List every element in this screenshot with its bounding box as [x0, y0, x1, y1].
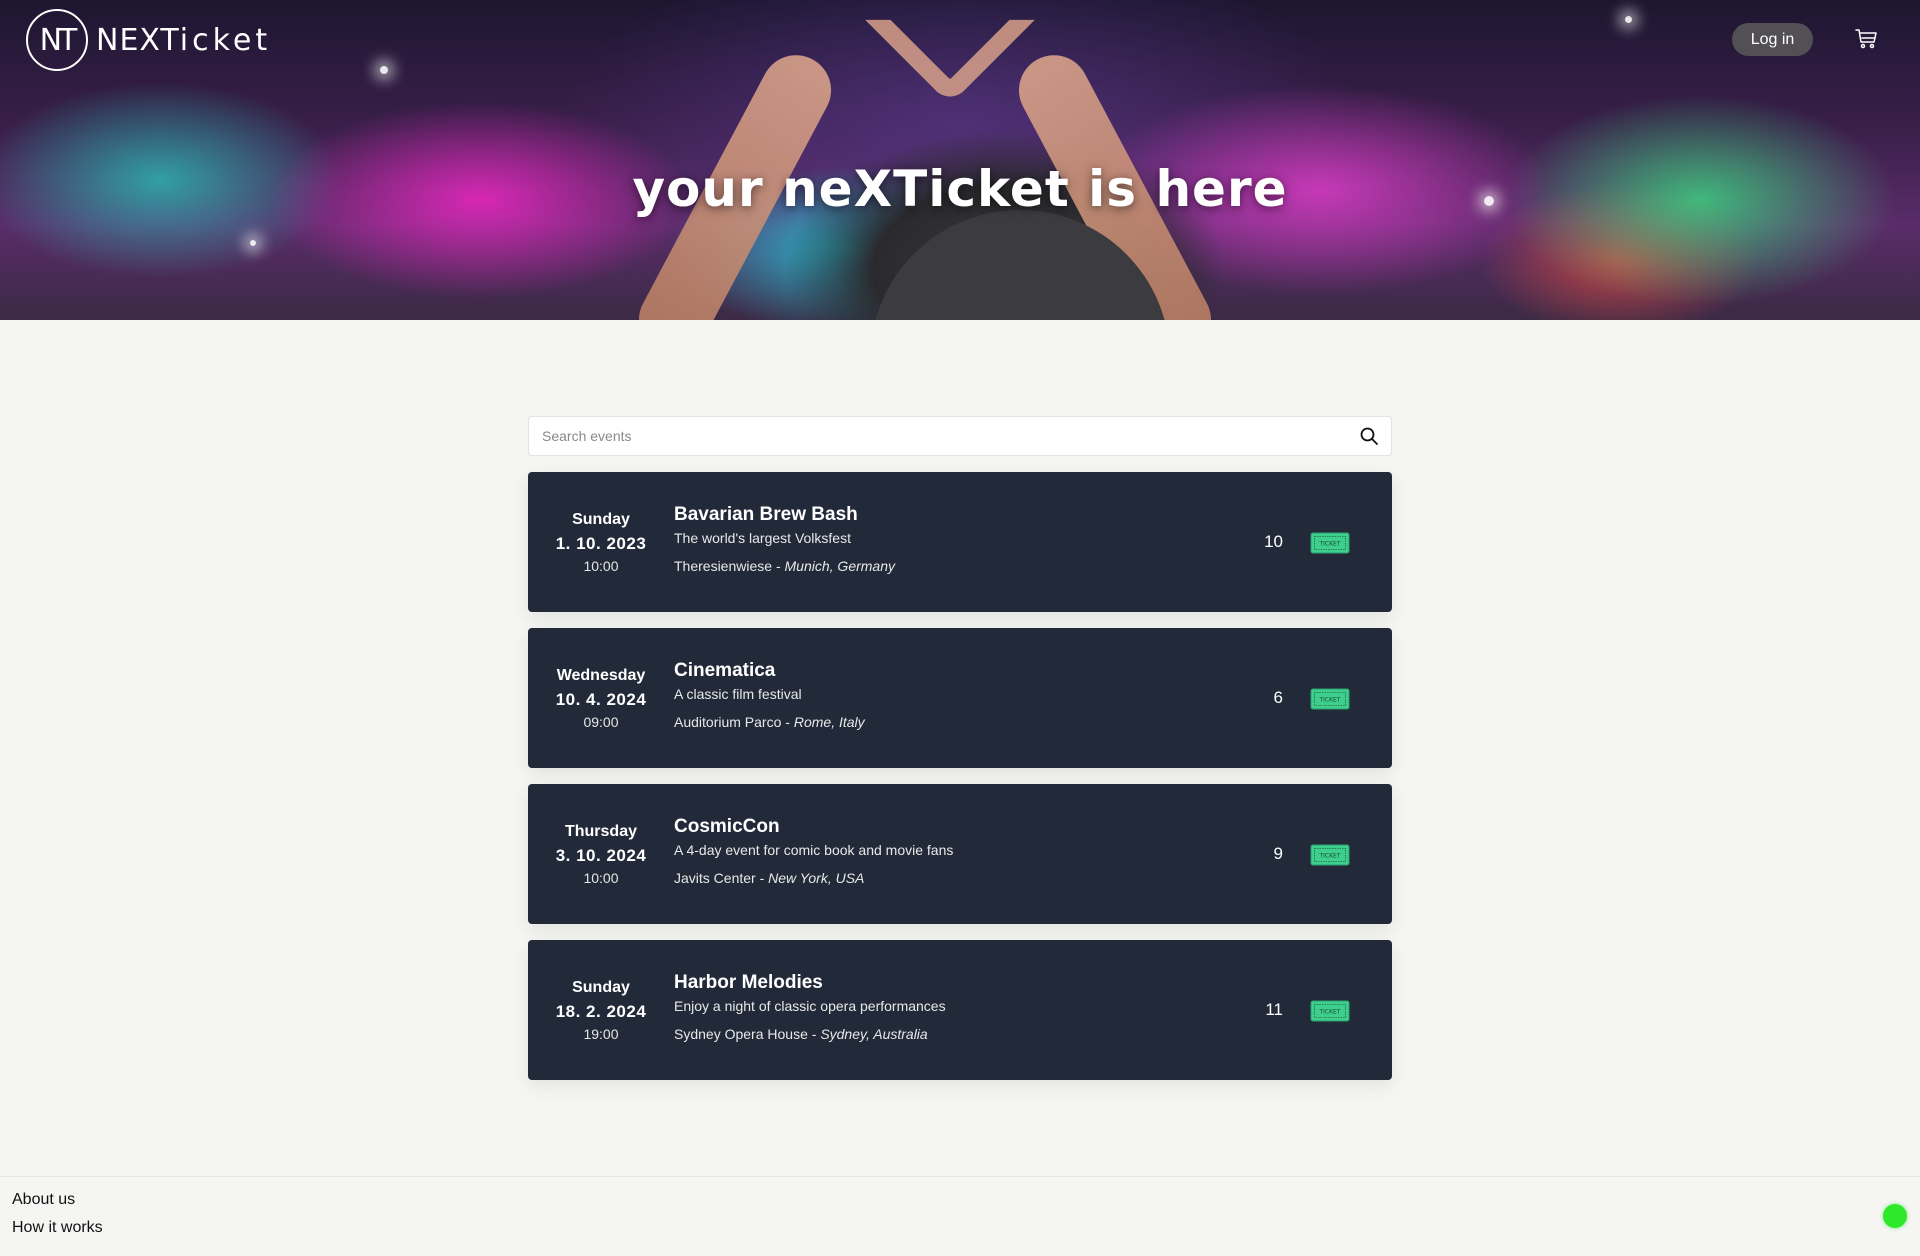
- ticket-icon[interactable]: TICKET: [1310, 532, 1350, 554]
- ticket-badge-label: TICKET: [1318, 541, 1340, 548]
- ticket-icon[interactable]: TICKET: [1310, 1000, 1350, 1022]
- event-card[interactable]: Wednesday 10. 4. 2024 09:00 Cinematica A…: [528, 628, 1392, 768]
- ticket-badge-label: TICKET: [1318, 1009, 1340, 1016]
- search-icon[interactable]: [1359, 426, 1379, 446]
- event-info: Bavarian Brew Bash The world's largest V…: [674, 504, 895, 574]
- logo-wordmark: NEXTicket: [96, 23, 271, 58]
- status-indicator-dot[interactable]: [1883, 1204, 1907, 1228]
- page: your neXTicket is here NT NEXTicket Log …: [0, 0, 1920, 1256]
- event-date-block: Thursday 3. 10. 2024 10:00: [528, 784, 674, 924]
- event-date: 1. 10. 2023: [555, 533, 647, 553]
- logo-mark: NT: [26, 9, 88, 71]
- ticket-count: 9: [1273, 844, 1283, 863]
- event-date-block: Sunday 1. 10. 2023 10:00: [528, 472, 674, 612]
- event-location: Sydney, Australia: [820, 1026, 928, 1042]
- event-time: 09:00: [583, 713, 619, 730]
- login-button[interactable]: Log in: [1732, 23, 1813, 56]
- event-description: The world's largest Volksfest: [674, 530, 851, 546]
- event-info: Cinematica A classic film festival Audit…: [674, 660, 865, 730]
- event-date: 18. 2. 2024: [555, 1001, 647, 1021]
- event-description: Enjoy a night of classic opera performan…: [674, 998, 946, 1014]
- ticket-count: 11: [1265, 1000, 1283, 1019]
- event-date: 10. 4. 2024: [555, 689, 647, 709]
- event-list: Sunday 1. 10. 2023 10:00 Bavarian Brew B…: [528, 472, 1392, 1096]
- hero-banner: your neXTicket is here: [0, 0, 1920, 320]
- event-venue: Auditorium Parco - Rome, Italy: [674, 714, 865, 730]
- event-name: Bavarian Brew Bash: [674, 504, 858, 525]
- event-venue: Sydney Opera House - Sydney, Australia: [674, 1026, 928, 1042]
- event-card[interactable]: Sunday 18. 2. 2024 19:00 Harbor Melodies…: [528, 940, 1392, 1080]
- footer-link-about-us[interactable]: About us: [12, 1191, 75, 1209]
- event-venue: Theresienwiese - Munich, Germany: [674, 558, 895, 574]
- event-time: 19:00: [583, 1025, 619, 1042]
- event-time: 10:00: [583, 557, 619, 574]
- hero-heart-hands: [865, 0, 1035, 105]
- event-info: Harbor Melodies Enjoy a night of classic…: [674, 972, 946, 1042]
- hero-light: [380, 66, 388, 74]
- event-date-block: Sunday 18. 2. 2024 19:00: [528, 940, 674, 1080]
- event-name: CosmicCon: [674, 816, 780, 837]
- brand-logo[interactable]: NT NEXTicket: [26, 8, 271, 72]
- event-date-block: Wednesday 10. 4. 2024 09:00: [528, 628, 674, 768]
- logo-wordmark-bold: NEXT: [96, 22, 180, 58]
- event-day-of-week: Sunday: [572, 510, 630, 528]
- event-time: 10:00: [583, 869, 619, 886]
- event-card[interactable]: Thursday 3. 10. 2024 10:00 CosmicCon A 4…: [528, 784, 1392, 924]
- event-name: Harbor Melodies: [674, 972, 823, 993]
- search-input[interactable]: [529, 428, 1359, 444]
- event-name: Cinematica: [674, 660, 776, 681]
- event-description: A classic film festival: [674, 686, 802, 702]
- event-day-of-week: Sunday: [572, 978, 630, 996]
- logo-wordmark-rest: icket: [179, 22, 272, 58]
- ticket-count: 10: [1264, 532, 1283, 551]
- event-day-of-week: Wednesday: [556, 666, 646, 684]
- logo-initials: NT: [39, 22, 78, 58]
- event-venue-name: Sydney Opera House: [674, 1026, 808, 1042]
- event-day-of-week: Thursday: [564, 822, 637, 840]
- ticket-icon[interactable]: TICKET: [1310, 844, 1350, 866]
- hero-light: [1625, 16, 1632, 23]
- search-bar: [528, 416, 1392, 456]
- event-location: Rome, Italy: [793, 714, 865, 730]
- event-description: A 4-day event for comic book and movie f…: [674, 842, 954, 858]
- cart-icon[interactable]: [1855, 28, 1879, 50]
- ticket-badge-label: TICKET: [1318, 697, 1340, 704]
- event-date: 3. 10. 2024: [555, 845, 647, 865]
- event-card[interactable]: Sunday 1. 10. 2023 10:00 Bavarian Brew B…: [528, 472, 1392, 612]
- ticket-count: 6: [1273, 688, 1283, 707]
- event-location: Munich, Germany: [784, 558, 895, 574]
- event-info: CosmicCon A 4-day event for comic book a…: [674, 816, 953, 886]
- footer-link-how-it-works[interactable]: How it works: [12, 1219, 103, 1237]
- event-venue-name: Theresienwiese: [674, 558, 773, 574]
- ticket-icon[interactable]: TICKET: [1310, 688, 1350, 710]
- event-location: New York, USA: [768, 870, 865, 886]
- footer: About us How it works: [0, 1176, 1920, 1256]
- hero-tagline: your neXTicket is here: [632, 160, 1288, 218]
- event-venue-name: Auditorium Parco: [674, 714, 782, 730]
- hero-light: [250, 240, 256, 246]
- ticket-badge-label: TICKET: [1318, 853, 1340, 860]
- event-venue: Javits Center - New York, USA: [674, 870, 865, 886]
- event-venue-name: Javits Center: [674, 870, 756, 886]
